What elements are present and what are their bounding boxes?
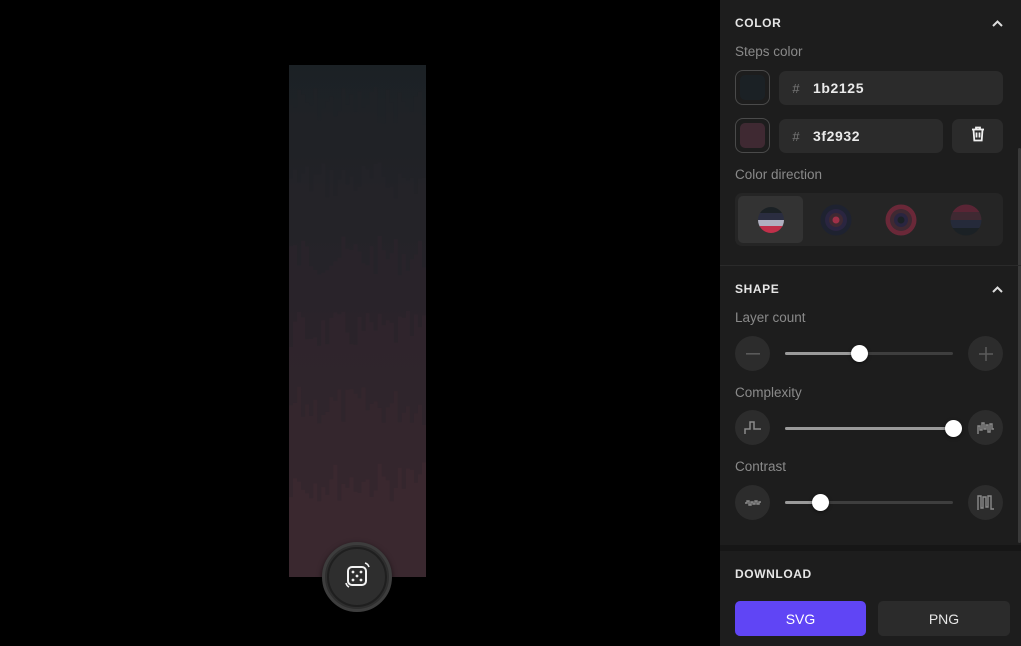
low-contrast-icon (744, 499, 761, 506)
direction-bottom-to-top[interactable] (933, 196, 998, 243)
shape-section-header[interactable]: SHAPE (735, 279, 1003, 299)
hash-prefix: # (792, 80, 800, 96)
canvas-area (0, 0, 720, 646)
color1-swatch[interactable] (735, 70, 770, 105)
chevron-up-icon[interactable] (991, 283, 1003, 295)
complexity-label: Complexity (735, 385, 802, 400)
contrast-thumb[interactable] (812, 494, 830, 511)
simple-wave-icon (743, 420, 761, 434)
color1-hex-field[interactable]: # 1b2125 (779, 71, 1003, 105)
color2-hex-field[interactable]: # 3f2932 (779, 119, 943, 153)
contrast-label: Contrast (735, 459, 787, 474)
trash-icon (971, 126, 985, 147)
color-direction-label: Color direction (735, 167, 823, 182)
contrast-slider[interactable] (785, 494, 953, 511)
plus-icon (978, 346, 993, 361)
steps-color-label: Steps color (735, 44, 803, 59)
shape-section-title: SHAPE (735, 282, 780, 296)
download-png-button[interactable]: PNG (878, 601, 1010, 636)
contrast-high-button[interactable] (968, 485, 1003, 520)
radial-in-icon (820, 204, 851, 235)
complexity-slider[interactable] (785, 420, 962, 437)
layer-count-thumb[interactable] (850, 345, 868, 362)
download-svg-button[interactable]: SVG (735, 601, 866, 636)
layer-increase-button[interactable] (968, 336, 1003, 371)
hash-prefix: # (792, 128, 800, 144)
color1-hex-value[interactable]: 1b2125 (813, 80, 864, 96)
download-panel: DOWNLOAD SVG PNG (720, 545, 1021, 646)
color-section-title: COLOR (735, 16, 782, 30)
minus-icon (745, 352, 760, 355)
settings-sidebar: COLOR Steps color # 1b2125 # 3f2932 Colo… (720, 0, 1021, 646)
linear-down-icon (757, 206, 784, 233)
color-direction-selector (735, 193, 1003, 246)
download-section-title: DOWNLOAD (735, 567, 812, 581)
complexity-high-button[interactable] (968, 410, 1003, 445)
waveform-preview (289, 65, 426, 577)
color2-swatch[interactable] (735, 118, 770, 153)
complexity-low-button[interactable] (735, 410, 770, 445)
direction-radial-outward[interactable] (868, 196, 933, 243)
delete-color-button[interactable] (952, 119, 1003, 153)
section-divider (720, 265, 1021, 266)
color2-hex-value[interactable]: 3f2932 (813, 128, 860, 144)
layer-decrease-button[interactable] (735, 336, 770, 371)
direction-top-to-bottom[interactable] (738, 196, 803, 243)
radial-out-icon (885, 204, 916, 235)
layer-count-label: Layer count (735, 310, 806, 325)
contrast-low-button[interactable] (735, 485, 770, 520)
chevron-up-icon[interactable] (991, 17, 1003, 29)
high-contrast-icon (976, 494, 994, 510)
dice-icon (341, 559, 373, 596)
complexity-thumb[interactable] (945, 420, 962, 437)
linear-up-icon (950, 204, 981, 235)
direction-radial-inward[interactable] (803, 196, 868, 243)
randomize-button[interactable] (322, 542, 392, 612)
layer-count-slider[interactable] (785, 345, 953, 362)
complex-wave-icon (976, 421, 994, 434)
color-section-header[interactable]: COLOR (735, 13, 1003, 33)
